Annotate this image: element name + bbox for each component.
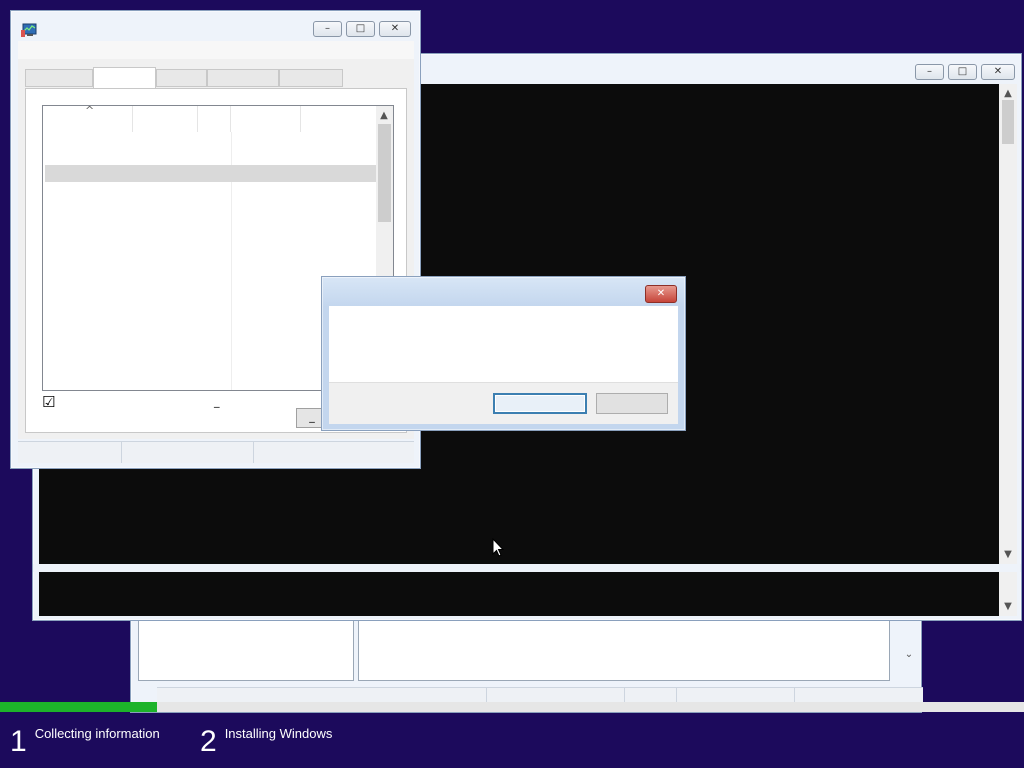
status-cell (122, 442, 254, 463)
tab-performance[interactable] (207, 69, 279, 87)
sort-arrow-icon: ^ (85, 104, 95, 117)
setup-step-2: 2 Installing Windows (200, 722, 332, 762)
column-header[interactable] (301, 106, 376, 132)
small-mark: _ (214, 395, 220, 408)
tab-applications[interactable] (25, 69, 93, 87)
message-dialog: ✕ (321, 276, 686, 431)
mouse-cursor-icon (492, 537, 505, 558)
task-manager-maximize-button[interactable]: □ (346, 21, 375, 37)
task-manager-minimize-button[interactable]: – (313, 21, 342, 37)
tab-processes[interactable] (93, 67, 156, 89)
console-divider (33, 564, 1021, 572)
column-header[interactable]: ^ (43, 104, 133, 132)
column-header[interactable] (133, 106, 198, 132)
column-header[interactable] (231, 106, 301, 132)
status-cell (18, 442, 122, 463)
step-number: 2 (200, 725, 217, 758)
list-scroll-thumb[interactable] (378, 124, 391, 222)
task-manager-close-button[interactable]: ✕ (379, 21, 411, 37)
column-header[interactable] (198, 106, 231, 132)
list-scroll-up-icon[interactable]: ▲ (376, 110, 392, 121)
step-number: 1 (10, 725, 27, 758)
step-label: Collecting information (34, 726, 160, 741)
show-all-processes-checkbox[interactable]: ☑ (42, 395, 55, 410)
dialog-content (329, 306, 678, 382)
console-lower-area (39, 572, 999, 616)
dialog-button-row (329, 382, 678, 424)
console-vscrollbar[interactable]: ▲ ▼ ▼ (999, 84, 1017, 616)
task-manager-status-bar (18, 441, 414, 463)
status-cell (254, 442, 414, 463)
console-scroll-thumb[interactable] (1002, 100, 1014, 144)
task-manager-icon (20, 22, 38, 38)
table-row-selected[interactable] (45, 165, 376, 182)
console-scroll-down-icon[interactable]: ▼ (1000, 549, 1016, 560)
task-manager-menu-bar (18, 41, 414, 59)
console-minimize-button[interactable]: – (915, 64, 944, 80)
dialog-ok-button[interactable] (493, 393, 587, 414)
console-maximize-button[interactable]: □ (948, 64, 977, 80)
step-label: Installing Windows (224, 726, 333, 741)
list-header: ^ (43, 104, 376, 132)
console-scroll-down-icon-2[interactable]: ▼ (1000, 601, 1016, 612)
console-close-button[interactable]: ✕ (981, 64, 1015, 80)
tab-networking[interactable] (279, 69, 343, 87)
console-scroll-up-icon[interactable]: ▲ (1000, 88, 1016, 99)
setup-progress-fill (0, 702, 157, 712)
dialog-cancel-button[interactable] (596, 393, 668, 414)
setup-progress-bar (0, 702, 1024, 712)
explorer-scroll-down-icon[interactable]: ⌄ (901, 649, 917, 660)
tab-services[interactable] (156, 69, 207, 87)
dialog-close-button[interactable]: ✕ (645, 285, 677, 303)
setup-step-1: 1 Collecting information (10, 722, 160, 762)
